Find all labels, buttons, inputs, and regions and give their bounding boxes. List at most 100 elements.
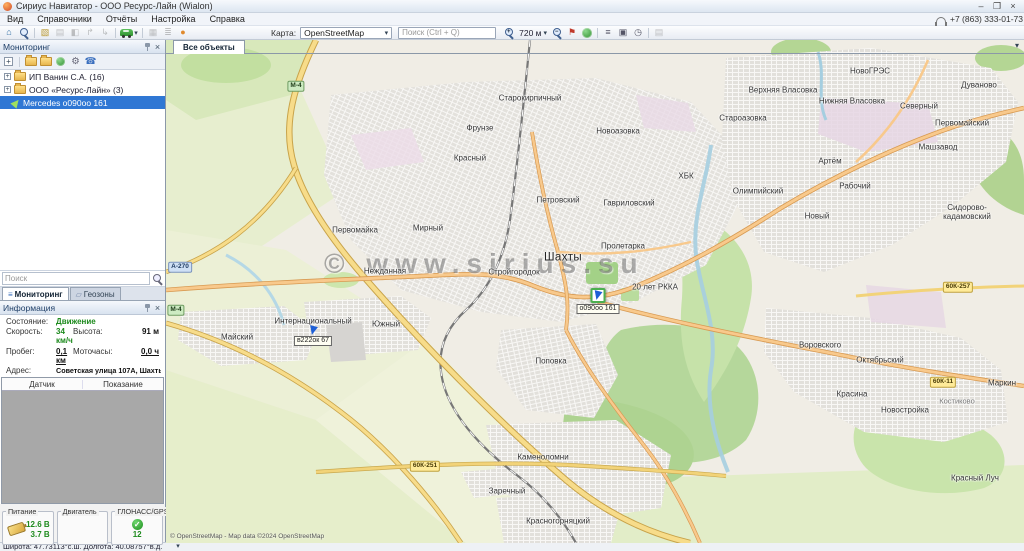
map-layers-bar: Все объекты ▾ [166, 40, 1024, 54]
zoom-out-icon[interactable]: − [550, 26, 564, 39]
state-value: Движение [56, 317, 161, 326]
minimize-button[interactable]: – [973, 1, 989, 12]
vehicle-marker[interactable]: в222ок 67 [294, 326, 332, 346]
globe-icon[interactable] [580, 26, 594, 39]
home-icon[interactable]: ⌂ [2, 26, 16, 39]
state-label: Состояние: [6, 317, 56, 326]
global-search-input[interactable] [398, 27, 496, 39]
tree-item[interactable]: Mercedes о090оо 161 [0, 96, 165, 109]
status-caret-icon[interactable]: ▾ [176, 543, 180, 551]
close-panel-icon[interactable]: × [153, 303, 162, 313]
gauges: Питание 12.6 В 3.7 В Двигатель ГЛОНАСС/G… [0, 504, 165, 550]
close-panel-icon[interactable]: × [153, 42, 162, 52]
sensors-table: Датчик Показание [1, 377, 164, 504]
tree-item[interactable]: + ИП Ванин С.А. (16) [0, 70, 165, 83]
fullscreen-icon[interactable]: ▣ [616, 26, 630, 39]
search-map-icon[interactable] [17, 26, 31, 39]
map-provider-value: OpenStreetMap [304, 28, 364, 38]
power-box: Питание 12.6 В 3.7 В [2, 511, 54, 545]
app-icon [3, 2, 12, 11]
binoculars-icon[interactable] [152, 273, 163, 284]
tab-geozones[interactable]: ▱Геозоны [70, 287, 121, 300]
vehicle-menu-icon[interactable]: ▾ [119, 26, 139, 39]
tab-monitoring-label: Мониторинг [15, 289, 63, 300]
menu-item[interactable]: Отчёты [99, 14, 144, 24]
expand-all-icon[interactable]: + [2, 55, 15, 68]
map[interactable]: © www.sirius.su СтарокирпичныйФрунзеКрас… [166, 40, 1024, 543]
vehicle-direction-icon [308, 325, 318, 336]
gps-satellites-count: 12 [133, 530, 142, 539]
titlebar: Сириус Навигатор - ООО Ресурс-Лайн (Wial… [0, 0, 1024, 13]
mileage-label: Пробег: [6, 347, 56, 365]
power-voltage-backup: 3.7 В [31, 530, 50, 539]
toolbar: ⌂ ▧ ▤ ◧ ↱ ↳ ▾ ▦ ≣ ● Карта: OpenStreetMap… [0, 26, 1024, 40]
map-provider-select[interactable]: OpenStreetMap ▾ [300, 27, 392, 39]
tree-item-label: Mercedes о090оо 161 [23, 98, 108, 108]
map-scale-value: 720 м [519, 28, 541, 38]
maximize-button[interactable]: ❐ [989, 1, 1005, 12]
address-label: Адрес: [6, 366, 56, 375]
gps-box: ГЛОНАСС/GPS ✓ 12 [111, 511, 163, 545]
zoom-in-icon[interactable]: + [502, 26, 516, 39]
tab-monitoring[interactable]: ≡Мониторинг [2, 287, 69, 300]
menu-item[interactable]: Настройка [144, 14, 202, 24]
phone-trace-icon[interactable]: ☎ [84, 55, 97, 68]
chevron-down-icon: ▾ [544, 29, 548, 37]
support-phone: +7 (863) 333-01-73 [936, 14, 1024, 24]
folders-icon[interactable] [24, 55, 37, 68]
vehicle-marker-label: о090оо 161 [577, 304, 620, 314]
tree-item[interactable]: +ООО «Ресурс-Лайн» (3) [0, 83, 165, 96]
engine-title: Двигатель [61, 507, 99, 516]
expand-icon[interactable]: + [4, 73, 11, 80]
measure-icon: ▤ [652, 26, 666, 39]
engine-hours-value[interactable]: 0,0 ч [119, 347, 161, 365]
sensors-col-value: Показание [83, 380, 163, 389]
folder-icon [14, 72, 26, 81]
support-phone-number: +7 (863) 333-01-73 [950, 14, 1023, 24]
polygon-icon: ▱ [76, 289, 82, 300]
route-forward-icon: ↱ [83, 26, 97, 39]
tree-item-label: ИП Ванин С.А. (16) [29, 72, 104, 82]
engine-hours-label: Моточасы: [73, 347, 119, 365]
close-button[interactable]: × [1005, 1, 1021, 12]
monitoring-toolbar: + ⚙ ☎ [0, 54, 165, 70]
legend-icon[interactable]: ≡ [601, 26, 615, 39]
app-window: Сириус Навигатор - ООО Ресурс-Лайн (Wial… [0, 0, 1024, 551]
sensors-table-header: Датчик Показание [2, 378, 163, 391]
map-menu-caret-icon[interactable]: ▾ [1015, 41, 1019, 50]
pin-icon[interactable] [144, 303, 151, 312]
expand-icon[interactable]: + [4, 86, 11, 93]
menu-item[interactable]: Вид [0, 14, 30, 24]
notifications-icon[interactable]: ● [176, 26, 190, 39]
headset-icon [936, 17, 946, 24]
altitude-value: 91 м [119, 327, 161, 345]
sensors-table-body[interactable] [2, 391, 163, 503]
chevron-down-icon: ▾ [385, 29, 389, 37]
vehicle-marker[interactable]: о090оо 161 [577, 288, 620, 314]
info-panel-header: Информация × [0, 301, 165, 315]
menu-item[interactable]: Справочники [30, 14, 99, 24]
report-icon: ≣ [161, 26, 175, 39]
sidebar: Мониторинг × + ⚙ ☎ + ИП Ванин С.А. (16)+О… [0, 40, 166, 543]
follow-flag-icon[interactable]: ⚑ [565, 26, 579, 39]
mileage-value[interactable]: 0,1 км [56, 347, 73, 365]
tree-search-input[interactable] [2, 272, 150, 285]
history-clock-icon[interactable]: ◷ [631, 26, 645, 39]
menu-item[interactable]: Справка [203, 14, 252, 24]
vehicle-marker-label: в222ок 67 [294, 336, 332, 346]
power-voltage-main: 12.6 В [26, 520, 50, 529]
folders-add-icon[interactable] [39, 55, 52, 68]
pin-icon[interactable] [144, 42, 151, 51]
speed-label: Скорость: [6, 327, 56, 345]
menubar: ВидСправочникиОтчётыНастройкаСправка +7 … [0, 13, 1024, 26]
all-objects-tab[interactable]: Все объекты [173, 40, 245, 54]
vehicle-marker-box [590, 288, 605, 303]
vehicle-state-icon [10, 97, 21, 108]
globe-search-icon[interactable] [54, 55, 67, 68]
settings-gear-icon[interactable]: ⚙ [69, 55, 82, 68]
map-scale-dropdown[interactable]: 720 м▾ [517, 28, 549, 38]
gps-title: ГЛОНАСС/GPS [115, 507, 170, 516]
edit-geozone-icon[interactable]: ▧ [38, 26, 52, 39]
window-title: Сириус Навигатор - ООО Ресурс-Лайн (Wial… [16, 1, 973, 11]
altitude-label: Высота: [73, 327, 119, 345]
